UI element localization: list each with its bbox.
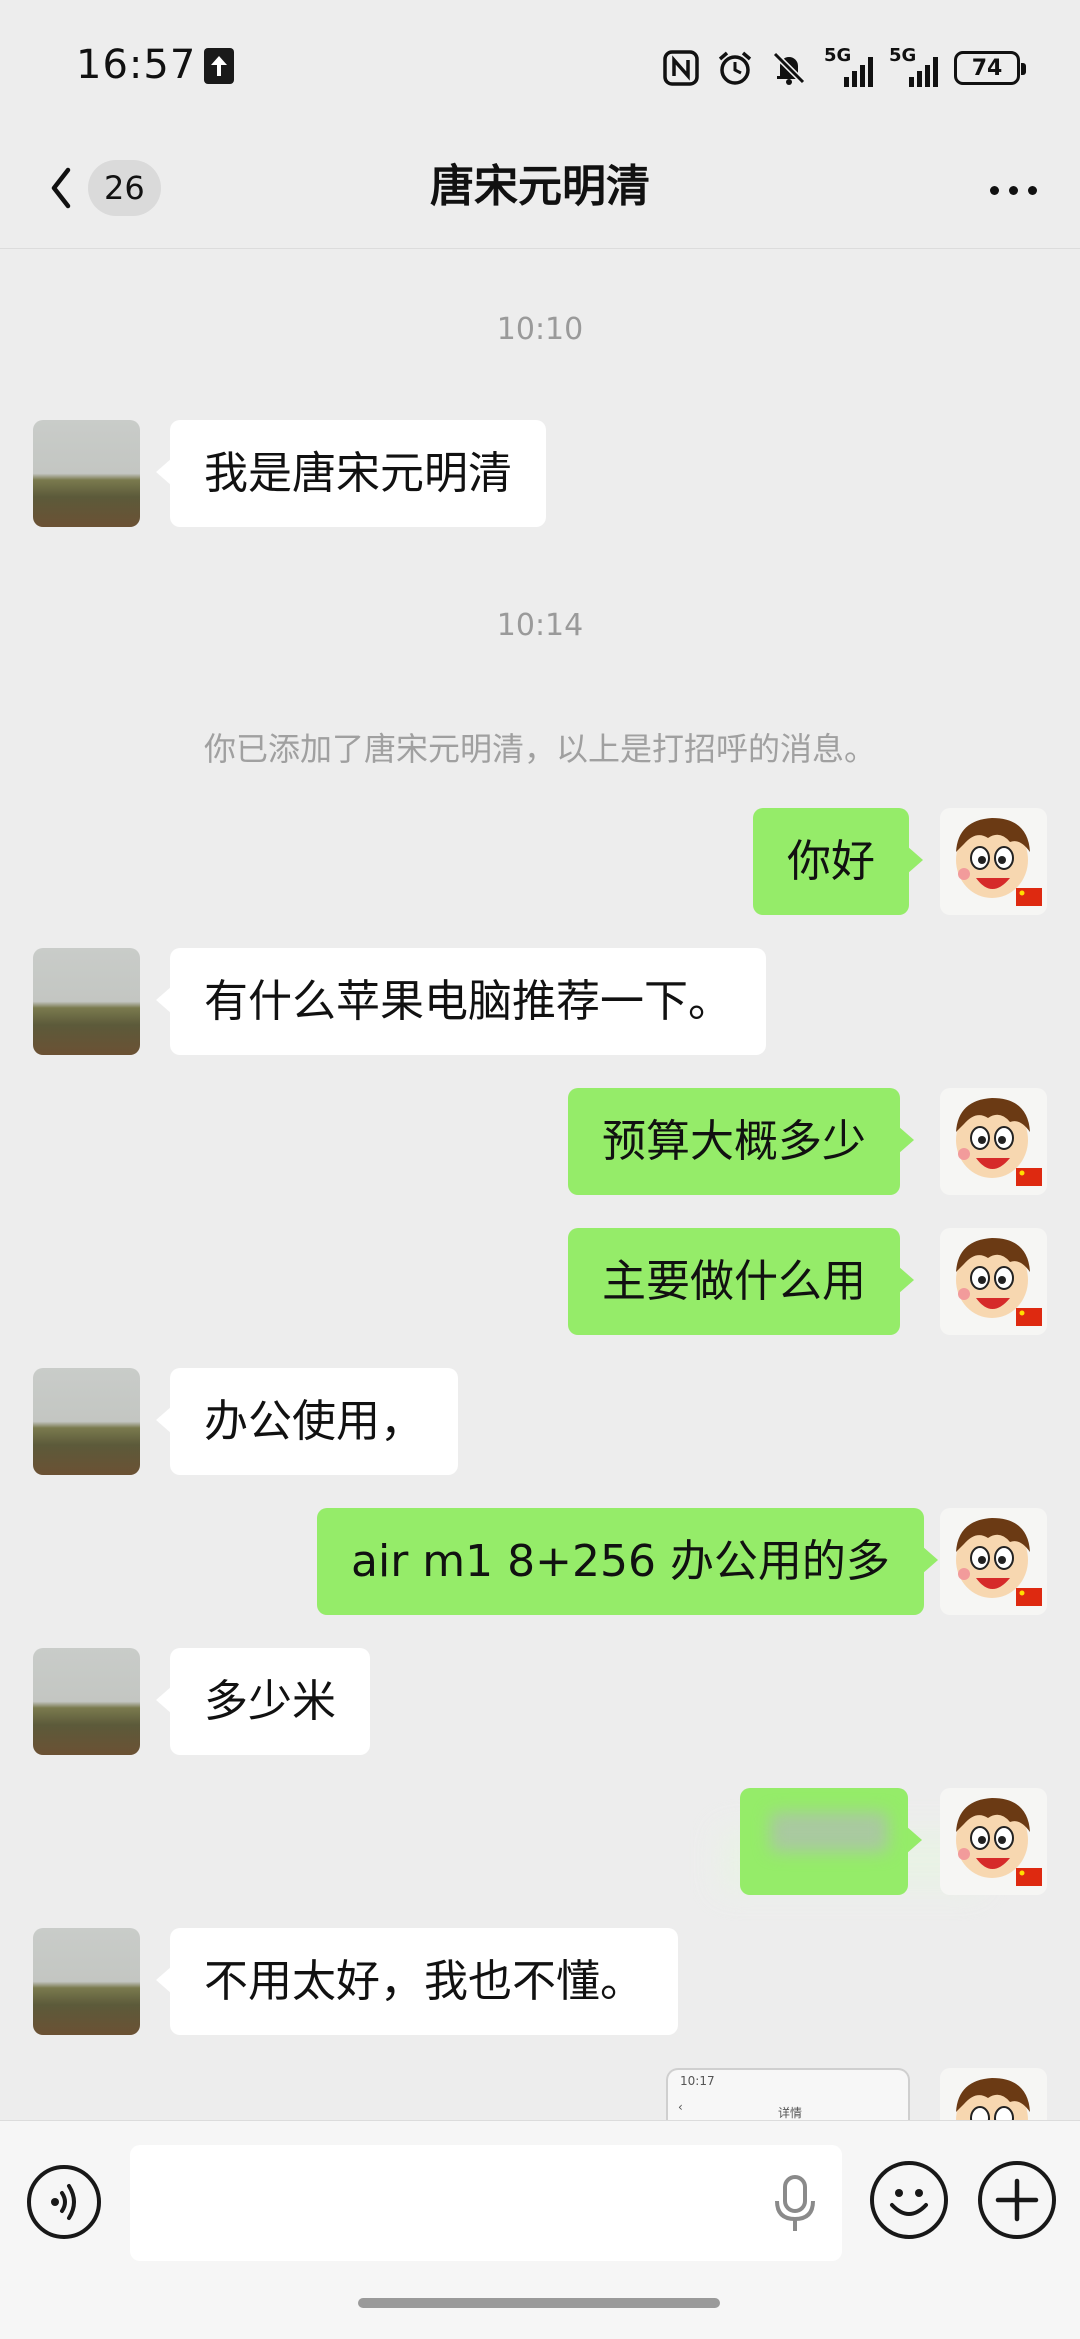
upload-icon — [204, 48, 234, 84]
message-bubble-incoming[interactable]: 办公使用， — [156, 1368, 458, 1475]
signal-5g-1-icon: 5G — [824, 45, 873, 87]
message-bubble-incoming[interactable]: 有什么苹果电脑推荐一下。 — [156, 948, 766, 1055]
battery-level: 74 — [971, 55, 1003, 81]
emoji-button[interactable] — [870, 2161, 948, 2239]
signal-label-1: 5G — [824, 45, 852, 66]
message-bubble-outgoing[interactable]: 主要做什么用 — [568, 1228, 914, 1335]
message-input[interactable] — [130, 2145, 842, 2261]
message-bubble-incoming[interactable]: 多少米 — [156, 1648, 370, 1755]
contact-avatar[interactable] — [33, 948, 140, 1055]
thumb-back-icon: ‹ — [678, 2100, 683, 2114]
thumb-title: 详情 — [778, 2106, 803, 2120]
contact-avatar[interactable] — [33, 1648, 140, 1755]
contact-avatar[interactable] — [33, 420, 140, 527]
timestamp: 10:14 — [496, 608, 584, 643]
cartoon-boy-icon — [956, 818, 1042, 906]
cartoon-boy-icon — [956, 1238, 1042, 1326]
thumb-time: 10:17 — [680, 2074, 715, 2088]
my-avatar[interactable] — [940, 2068, 1047, 2120]
message-bubble-outgoing[interactable]: air m1 8+256 办公用的多 — [317, 1508, 938, 1615]
contact-avatar[interactable] — [33, 1368, 140, 1475]
my-avatar[interactable] — [940, 1788, 1047, 1895]
more-options-icon[interactable] — [980, 160, 1046, 220]
cartoon-boy-icon — [956, 1098, 1042, 1186]
timestamp: 10:10 — [496, 312, 584, 347]
cartoon-boy-icon — [956, 1798, 1042, 1886]
mute-bell-icon — [772, 51, 806, 85]
alarm-icon — [718, 51, 752, 85]
chat-title: 唐宋元明清 — [430, 161, 650, 212]
redacted-blur — [770, 1812, 888, 1852]
status-icons: 5G 5G 74 — [662, 44, 1026, 92]
system-message: 你已添加了唐宋元明清，以上是打招呼的消息。 — [203, 730, 876, 768]
voice-wave-icon — [51, 2184, 76, 2220]
home-indicator[interactable] — [358, 2298, 720, 2308]
battery-icon: 74 — [954, 51, 1026, 85]
cartoon-boy-icon — [956, 2078, 1030, 2120]
my-avatar[interactable] — [940, 1088, 1047, 1195]
nfc-icon — [663, 50, 699, 86]
signal-label-2: 5G — [889, 45, 917, 66]
message-bubble-incoming[interactable]: 不用太好，我也不懂。 — [156, 1928, 678, 2035]
cartoon-boy-icon — [956, 1518, 1042, 1606]
my-avatar[interactable] — [940, 1228, 1047, 1335]
my-avatar[interactable] — [940, 1508, 1047, 1615]
my-avatar[interactable] — [940, 808, 1047, 915]
message-bubble-outgoing[interactable]: 预算大概多少 — [568, 1088, 914, 1195]
microphone-icon[interactable] — [770, 2171, 820, 2235]
voice-mode-button[interactable] — [27, 2165, 101, 2239]
contact-avatar[interactable] — [33, 1928, 140, 2035]
more-actions-button[interactable] — [978, 2161, 1056, 2239]
message-bubble-incoming[interactable]: 我是唐宋元明清 — [156, 420, 546, 527]
plus-icon — [995, 2178, 1039, 2222]
chat-header: 26 唐宋元明清 — [0, 130, 1080, 249]
status-bar: 16:57 5G 5G 74 — [0, 0, 1080, 130]
status-time: 16:57 — [76, 42, 197, 88]
image-message-thumbnail[interactable]: 10:17 ‹ 详情 — [666, 2068, 910, 2128]
smiley-icon — [890, 2189, 928, 2216]
signal-5g-2-icon: 5G — [889, 45, 938, 87]
message-bubble-outgoing[interactable]: 你好 — [753, 808, 923, 915]
unread-count-badge[interactable]: 26 — [88, 160, 161, 216]
